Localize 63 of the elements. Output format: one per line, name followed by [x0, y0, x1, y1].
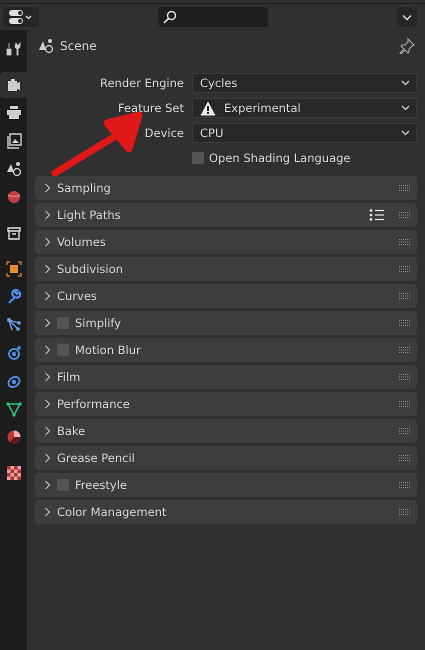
checkbox-label: Open Shading Language	[209, 151, 350, 165]
properties-tab[interactable]	[0, 72, 27, 98]
panel-title: Freestyle	[75, 478, 128, 492]
panel-header[interactable]: Bake	[35, 419, 417, 443]
caret-icon	[401, 105, 410, 111]
nodes-icon	[6, 317, 22, 333]
caret-icon	[401, 80, 410, 86]
panel-title: Simplify	[75, 316, 122, 330]
panel-header[interactable]: Sampling	[35, 176, 417, 200]
printer-icon	[6, 105, 22, 121]
search-icon	[163, 10, 177, 24]
panel-header[interactable]: Performance	[35, 392, 417, 416]
context-title: Scene	[60, 39, 97, 53]
sphere-icon	[6, 429, 22, 445]
panel-title: Sampling	[57, 181, 112, 195]
square-icon	[6, 261, 22, 277]
panel-header[interactable]: Film	[35, 365, 417, 389]
dropdown[interactable]: Cycles	[192, 73, 417, 93]
scene-icon	[38, 38, 54, 54]
ring-icon	[6, 373, 22, 389]
images-icon	[6, 133, 22, 149]
panel-header[interactable]: Subdivision	[35, 257, 417, 281]
panel-header[interactable]: Motion Blur	[35, 338, 417, 362]
toggle-icon	[9, 9, 33, 25]
orbit-icon	[6, 345, 22, 361]
panel-title: Color Management	[57, 505, 168, 519]
panel-title: Volumes	[57, 235, 107, 249]
property-label: Device	[144, 126, 185, 140]
dropdown[interactable]: Experimental	[192, 98, 417, 118]
box-icon	[6, 225, 22, 241]
panel-header[interactable]: Color Management	[35, 500, 417, 524]
panel-header[interactable]: Simplify	[35, 311, 417, 335]
checkbox[interactable]	[192, 152, 204, 164]
panel-title: Subdivision	[57, 262, 124, 276]
options-button[interactable]	[397, 7, 417, 27]
caret-icon	[401, 130, 410, 136]
wrench-icon	[6, 289, 22, 305]
panel-header[interactable]: Freestyle	[35, 473, 417, 497]
shapes-icon	[6, 161, 22, 177]
panel-title: Grease Pencil	[57, 451, 136, 465]
camera-icon	[6, 77, 22, 93]
panel-title: Film	[57, 370, 82, 384]
caret-icon	[402, 14, 412, 20]
tool-icon	[6, 41, 22, 57]
panel-title: Curves	[57, 289, 98, 303]
panel-title: Performance	[57, 397, 131, 411]
property-label: Feature Set	[117, 101, 185, 115]
dropdown[interactable]: CPU	[192, 123, 417, 143]
panel-header[interactable]: Grease Pencil	[35, 446, 417, 470]
property-label: Render Engine	[98, 76, 185, 90]
panel-header[interactable]: Curves	[35, 284, 417, 308]
search-field[interactable]	[158, 7, 268, 27]
panel-title: Light Paths	[57, 208, 122, 222]
pin-icon[interactable]	[399, 38, 415, 54]
globe-icon	[6, 189, 22, 205]
panel-title: Bake	[57, 424, 86, 438]
triangle-icon	[6, 401, 22, 417]
list-icon[interactable]	[369, 209, 385, 221]
editor-type-button[interactable]	[3, 7, 39, 27]
panel-header[interactable]: Light Paths	[35, 203, 417, 227]
panel-header[interactable]: Volumes	[35, 230, 417, 254]
panel-title: Motion Blur	[75, 343, 142, 357]
checker-icon	[6, 465, 22, 481]
